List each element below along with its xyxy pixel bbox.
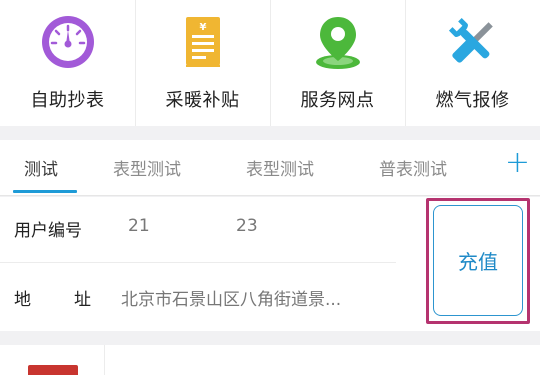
- wrench-screwdriver-icon: [443, 12, 503, 72]
- address-label-char1: 地: [14, 290, 31, 310]
- tab-ordinary-meter-test[interactable]: 普表测试: [379, 155, 447, 180]
- svg-text:¥: ¥: [199, 22, 206, 33]
- tab-test[interactable]: 测试: [24, 155, 58, 180]
- service-outlets-label: 服务网点: [300, 90, 375, 111]
- card-thumbnail: [28, 365, 78, 375]
- tab-meter-type-test-2[interactable]: 表型测试: [246, 155, 314, 180]
- gas-repair-label: 燃气报修: [435, 90, 510, 111]
- self-meter-reading-label: 自助抄表: [30, 90, 105, 111]
- gas-repair-item[interactable]: 燃气报修: [405, 0, 540, 126]
- plus-icon[interactable]: +: [505, 148, 530, 178]
- map-pin-icon: [308, 12, 368, 72]
- document-yen-icon: ¥: [173, 12, 233, 72]
- service-outlets-item[interactable]: 服务网点: [270, 0, 405, 126]
- heating-subsidy-label: 采暖补贴: [165, 90, 240, 111]
- recharge-button[interactable]: 充值: [433, 205, 523, 316]
- gauge-icon: [38, 12, 98, 72]
- quick-action-grid: 自助抄表 ¥ 采暖补贴 服务网点 燃气报修: [0, 0, 540, 126]
- tab-meter-type-test-1[interactable]: 表型测试: [113, 155, 181, 180]
- address-label-char2: 址: [74, 290, 91, 310]
- row-divider: [0, 262, 396, 263]
- self-meter-reading-item[interactable]: 自助抄表: [0, 0, 135, 126]
- next-card[interactable]: [0, 345, 540, 375]
- active-tab-indicator: [13, 190, 77, 193]
- gas-service-screen: 自助抄表 ¥ 采暖补贴 服务网点 燃气报修 测试 表型测试 表型测试 普表测试 …: [0, 0, 540, 375]
- user-number-part2: 23: [236, 216, 258, 236]
- heating-subsidy-item[interactable]: ¥ 采暖补贴: [135, 0, 270, 126]
- address-value: 北京市石景山区八角街道景...: [121, 290, 342, 310]
- meter-tabs: 测试 表型测试 表型测试 普表测试 +: [0, 140, 540, 196]
- card-divider: [104, 345, 105, 375]
- user-number-label: 用户编号: [14, 221, 82, 241]
- user-number-part1: 21: [128, 216, 150, 236]
